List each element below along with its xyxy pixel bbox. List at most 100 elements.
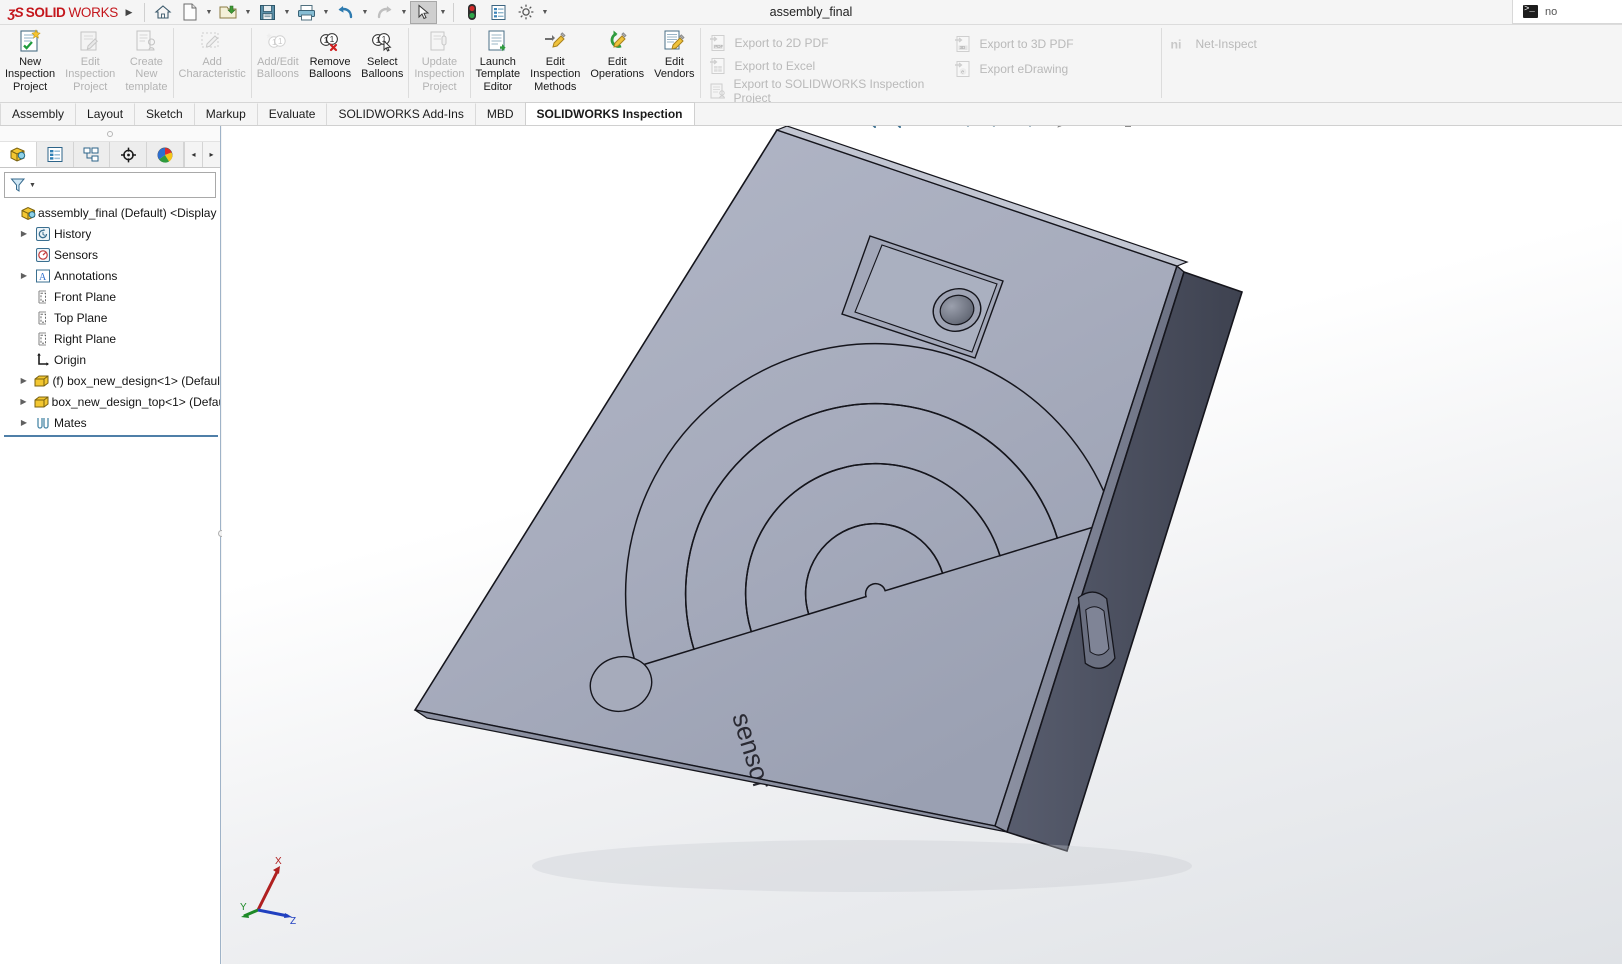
export-to-3d-pdf-button[interactable]: 3D Export to 3D PDF <box>946 31 1161 56</box>
tree-arrow[interactable]: ▶ <box>16 229 32 238</box>
export-to-2d-pdf-button[interactable]: PDF Export to 2D PDF <box>701 31 946 55</box>
tree-label: Sensors <box>54 247 99 262</box>
tree-row-box-new-design-top[interactable]: ▶ box_new_design_top<1> (Default <box>2 391 220 412</box>
tree-row-history[interactable]: ▶ History <box>2 223 220 244</box>
ribbon-button-select-balloons[interactable]: 11 Select Balloons <box>356 25 408 101</box>
svg-text:3D: 3D <box>960 45 967 50</box>
tree-arrow[interactable]: ▶ <box>16 271 32 280</box>
tree-row-mates[interactable]: ▶ Mates <box>2 412 220 433</box>
tree-row-box-new-design[interactable]: ▶ (f) box_new_design<1> (Default) <box>2 370 220 391</box>
options-dropdown-icon[interactable]: ▼ <box>539 1 551 24</box>
plane-icon <box>32 289 54 305</box>
net-inspect-button[interactable]: ni Net-Inspect <box>1162 31 1342 56</box>
panel-collapse-handle[interactable] <box>0 126 220 142</box>
save-dropdown-icon[interactable]: ▼ <box>281 1 293 24</box>
tab-layout[interactable]: Layout <box>75 103 136 125</box>
tree-row-right-plane[interactable]: ▶ Right Plane <box>2 328 220 349</box>
home-icon[interactable] <box>149 1 176 24</box>
configuration-icon <box>83 147 99 162</box>
tree-arrow[interactable]: ▶ <box>16 397 31 406</box>
panel-tab-strip: ◂ ▸ <box>0 142 220 168</box>
ribbon-button-edit-inspection-project[interactable]: Edit Inspection Project <box>60 25 120 101</box>
open-dropdown-icon[interactable]: ▼ <box>242 1 254 24</box>
redo-icon[interactable] <box>371 1 398 24</box>
svg-text:1: 1 <box>330 34 335 44</box>
ribbon-button-add-edit-balloons[interactable]: 11 Add/Edit Balloons <box>252 25 304 101</box>
tree-row-top-plane[interactable]: ▶ Top Plane <box>2 307 220 328</box>
export-edrawing-button[interactable]: e Export eDrawing <box>946 56 1161 81</box>
tree-row-origin[interactable]: ▶ Origin <box>2 349 220 370</box>
menu-expand-icon[interactable]: ▶ <box>118 0 140 25</box>
ribbon-label: Add Characteristic <box>178 56 246 81</box>
tab-evaluate[interactable]: Evaluate <box>256 103 328 125</box>
export-to-swi-project-button[interactable]: Export to SOLIDWORKS Inspection Project <box>701 76 946 105</box>
ribbon-button-new-inspection-project[interactable]: New Inspection Project <box>0 25 60 101</box>
ribbon-label: Edit Operations <box>590 56 645 81</box>
tab-mbd[interactable]: MBD <box>474 103 526 125</box>
select-cursor-icon[interactable] <box>410 0 437 24</box>
redo-dropdown-icon[interactable]: ▼ <box>398 1 410 24</box>
solidworks-logo[interactable]: ʒS SOLID WORKS <box>0 0 118 25</box>
svg-text:PDF: PDF <box>714 44 723 49</box>
tab-assembly[interactable]: Assembly <box>0 103 77 125</box>
part-icon <box>31 373 52 389</box>
origin-icon <box>32 352 54 368</box>
export-to-excel-button[interactable]: Export to Excel <box>701 55 946 79</box>
tree-row-annotations[interactable]: ▶ A Annotations <box>2 265 220 286</box>
rebuild-icon[interactable] <box>458 1 485 24</box>
part-icon <box>31 394 52 410</box>
tree-arrow[interactable]: ▶ <box>16 376 31 385</box>
filter-dropdown-icon[interactable]: ▼ <box>29 182 36 189</box>
feature-filter-bar[interactable]: ▼ <box>4 172 216 198</box>
print-dropdown-icon[interactable]: ▼ <box>320 1 332 24</box>
feature-filter-input[interactable] <box>38 177 215 193</box>
tree-row-assembly-final[interactable]: ▶ assembly_final (Default) <Display Stat <box>2 202 220 223</box>
sidebar-item-configuration-manager[interactable] <box>74 142 111 167</box>
ribbon-label: Edit Inspection Project <box>65 56 116 93</box>
graphics-viewport[interactable]: ▼ ▼ ▼ ▼ <box>222 126 1622 964</box>
new-document-dropdown-icon[interactable]: ▼ <box>203 1 215 24</box>
export-label: Export to 3D PDF <box>979 36 1074 51</box>
tab-sketch[interactable]: Sketch <box>134 103 195 125</box>
feature-manager-panel: ◂ ▸ ▼ ▶ assembly_final (Default) <Displa… <box>0 126 221 964</box>
panel-tab-next-icon[interactable]: ▸ <box>202 142 220 167</box>
tab-solidworks-inspection[interactable]: SOLIDWORKS Inspection <box>524 102 695 125</box>
sidebar-item-dimxpert-manager[interactable] <box>110 142 148 167</box>
file-properties-icon[interactable] <box>485 1 512 24</box>
save-icon[interactable] <box>254 1 281 24</box>
options-gear-icon[interactable] <box>512 1 539 24</box>
launch-template-editor-icon <box>485 28 511 54</box>
tree-arrow[interactable]: ▶ <box>16 418 32 427</box>
ribbon-button-add-characteristic[interactable]: Add Characteristic <box>174 25 251 101</box>
ribbon-button-launch-template-editor[interactable]: Launch Template Editor <box>471 25 526 101</box>
command-manager-tabs: Assembly Layout Sketch Markup Evaluate S… <box>0 102 1622 126</box>
tab-markup[interactable]: Markup <box>193 103 258 125</box>
tree-row-sensors[interactable]: ▶ Sensors <box>2 244 220 265</box>
ribbon-button-edit-inspection-methods[interactable]: Edit Inspection Methods <box>525 25 585 101</box>
new-document-icon[interactable] <box>176 1 203 24</box>
ribbon-button-update-inspection-project[interactable]: Update Inspection Project <box>409 25 469 101</box>
ribbon-button-edit-vendors[interactable]: Edit Vendors <box>649 25 699 101</box>
tree-row-front-plane[interactable]: ▶ Front Plane <box>2 286 220 307</box>
select-balloons-icon: 11 <box>367 28 397 54</box>
terminal-icon <box>1523 4 1538 18</box>
assembly-3d-model[interactable]: sensor <box>222 126 1622 964</box>
ribbon-group-update: Update Inspection Project <box>409 25 469 103</box>
undo-dropdown-icon[interactable]: ▼ <box>359 1 371 24</box>
task-tray[interactable]: no <box>1512 0 1622 24</box>
new-inspection-project-icon <box>17 28 43 54</box>
tab-solidworks-add-ins[interactable]: SOLIDWORKS Add-Ins <box>326 103 476 125</box>
toolbar-divider-2 <box>453 2 454 22</box>
sidebar-item-display-manager[interactable] <box>147 142 184 167</box>
panel-tab-prev-icon[interactable]: ◂ <box>184 142 202 167</box>
select-dropdown-icon[interactable]: ▼ <box>437 1 449 24</box>
ribbon-button-edit-operations[interactable]: Edit Operations <box>585 25 649 101</box>
open-folder-icon[interactable] <box>215 1 242 24</box>
print-icon[interactable] <box>293 1 320 24</box>
sidebar-item-property-manager[interactable] <box>37 142 74 167</box>
undo-icon[interactable] <box>332 1 359 24</box>
ribbon-button-remove-balloons[interactable]: 11 Remove Balloons <box>304 25 356 101</box>
ribbon-button-create-new-template[interactable]: Create New template <box>120 25 172 101</box>
export-label: Export to SOLIDWORKS Inspection Project <box>733 76 925 105</box>
sidebar-item-feature-manager[interactable] <box>0 142 37 167</box>
